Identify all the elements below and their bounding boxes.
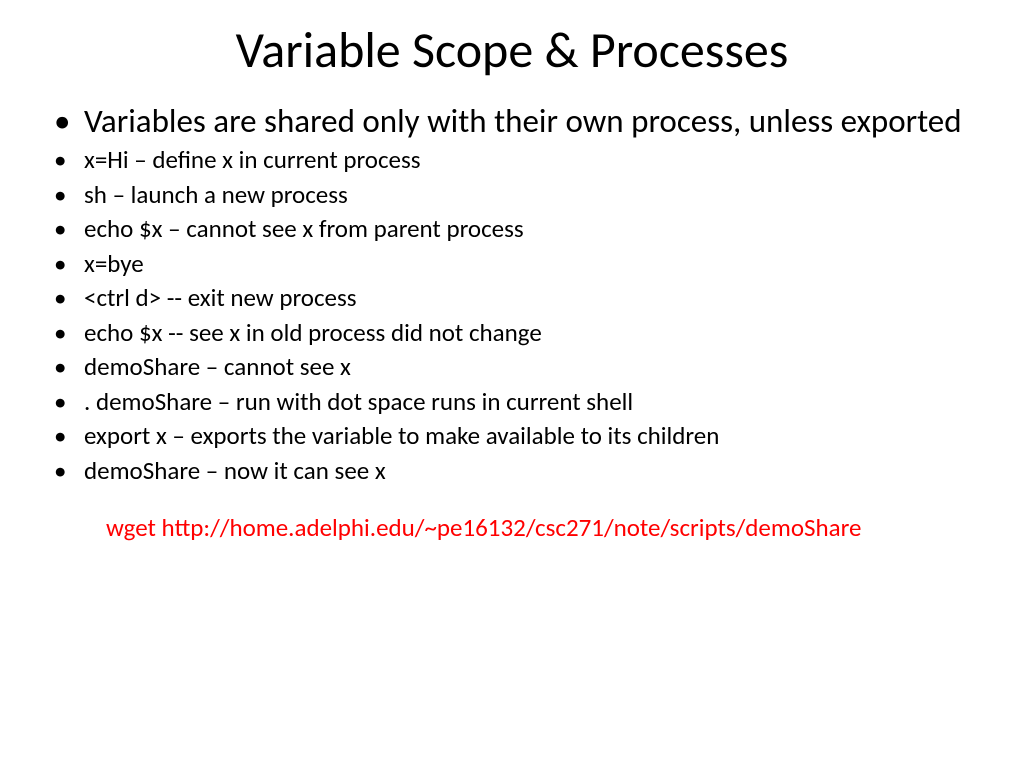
slide-title: Variable Scope & Processes xyxy=(40,20,984,81)
slide: Variable Scope & Processes Variables are… xyxy=(0,0,1024,768)
list-item: <ctrl d> -- exit new process xyxy=(84,283,984,314)
footer-command: wget http://home.adelphi.edu/~pe16132/cs… xyxy=(40,490,984,543)
list-item: x=Hi – define x in current process xyxy=(84,145,984,176)
list-item: . demoShare – run with dot space runs in… xyxy=(84,387,984,418)
list-item: echo $x – cannot see x from parent proce… xyxy=(84,214,984,245)
list-item: echo $x -- see x in old process did not … xyxy=(84,318,984,349)
list-item: x=bye xyxy=(84,249,984,280)
bullet-list: Variables are shared only with their own… xyxy=(40,101,984,486)
list-item: demoShare – cannot see x xyxy=(84,352,984,383)
lead-bullet: Variables are shared only with their own… xyxy=(84,101,984,141)
list-item: export x – exports the variable to make … xyxy=(84,421,984,452)
list-item: sh – launch a new process xyxy=(84,180,984,211)
list-item: demoShare – now it can see x xyxy=(84,456,984,487)
